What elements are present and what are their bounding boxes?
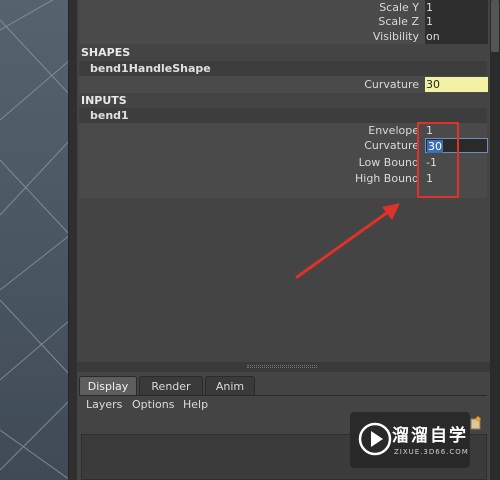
- watermark-url: ZIXUE.3D66.COM: [394, 448, 469, 456]
- watermark-title: 溜溜自学: [392, 426, 468, 446]
- tab-anim[interactable]: Anim: [205, 376, 255, 395]
- new-layer-icon[interactable]: [470, 416, 482, 430]
- tab-display[interactable]: Display: [79, 376, 137, 395]
- menu-help[interactable]: Help: [183, 398, 208, 411]
- play-logo-icon: [358, 422, 392, 456]
- panel-splitter[interactable]: [77, 362, 490, 372]
- menu-options[interactable]: Options: [132, 398, 174, 411]
- splitter-grip: [247, 365, 317, 368]
- side-tab[interactable]: [491, 0, 499, 52]
- watermark: 溜溜自学 ZIXUE.3D66.COM: [350, 412, 470, 468]
- menu-layers[interactable]: Layers: [86, 398, 122, 411]
- layer-menu-bar: Layers Options Help: [79, 395, 487, 413]
- right-sidebar-strip: [490, 0, 500, 480]
- tab-render[interactable]: Render: [139, 376, 203, 395]
